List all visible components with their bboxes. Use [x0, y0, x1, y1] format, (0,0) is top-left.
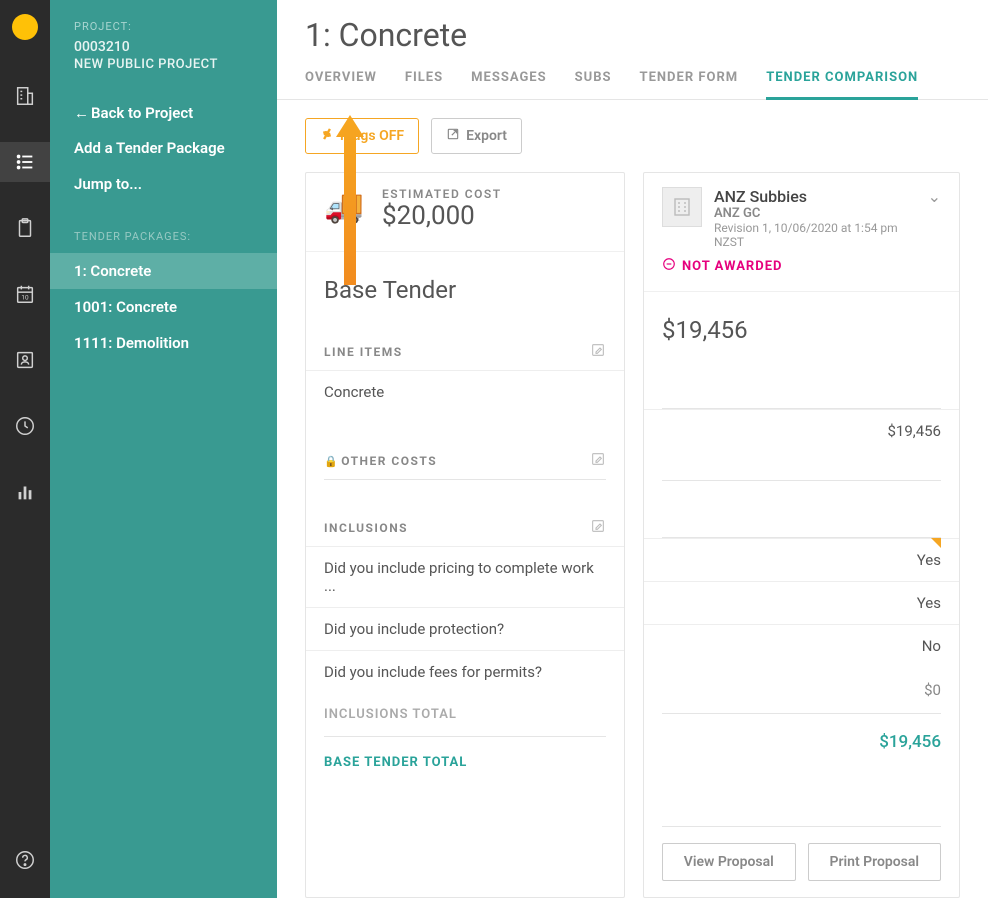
base-tender-total-value: $19,456 — [644, 714, 959, 770]
award-status: NOT AWARDED — [644, 257, 959, 285]
line-items-label: LINE ITEMS — [324, 345, 403, 359]
nav-company-icon[interactable] — [0, 76, 50, 116]
chevron-down-icon[interactable]: ⌄ — [928, 187, 941, 206]
sidebar: PROJECT: 0003210 NEW PUBLIC PROJECT ← Ba… — [50, 0, 277, 898]
nav-list-icon[interactable] — [0, 142, 50, 182]
page-title: 1: Concrete — [305, 16, 960, 54]
sub-name: ANZ Subbies — [714, 187, 916, 206]
estimated-cost-label: ESTIMATED COST — [382, 187, 502, 201]
inclusions-total-value: $0 — [644, 667, 959, 713]
inclusion-question: Did you include pricing to complete work… — [306, 546, 624, 607]
toolbar: Plugs OFF Export — [277, 100, 988, 172]
base-tender-total-label: BASE TENDER TOTAL — [306, 737, 624, 788]
add-tender-package[interactable]: Add a Tender Package — [50, 130, 277, 166]
base-tender-heading: Base Tender — [306, 258, 624, 332]
tab-tender-comparison[interactable]: TENDER COMPARISON — [766, 70, 918, 100]
sub-company: ANZ GC — [714, 206, 916, 221]
sub-card: ANZ Subbies ANZ GC Revision 1, 10/06/202… — [643, 172, 960, 898]
export-icon — [446, 127, 460, 145]
other-costs-label: 🔒OTHER COSTS — [324, 454, 437, 468]
svg-text:10: 10 — [21, 294, 29, 302]
export-label: Export — [466, 128, 507, 144]
back-to-project[interactable]: ← Back to Project — [50, 96, 277, 130]
tab-subs[interactable]: SUBS — [575, 70, 612, 100]
tab-overview[interactable]: OVERVIEW — [305, 70, 377, 100]
inclusions-total-label: INCLUSIONS TOTAL — [306, 693, 624, 736]
print-proposal-button[interactable]: Print Proposal — [808, 843, 942, 881]
estimated-cost-value: $20,000 — [382, 201, 502, 231]
edit-other-costs-icon[interactable] — [590, 451, 606, 471]
arrow-left-icon: ← — [74, 104, 89, 122]
sidebar-item-demolition-1111[interactable]: 1111: Demolition — [50, 325, 277, 361]
nav-contact-icon[interactable] — [0, 340, 50, 380]
plugs-button[interactable]: Plugs OFF — [305, 118, 419, 154]
inclusion-question: Did you include protection? — [306, 607, 624, 650]
edit-inclusions-icon[interactable] — [590, 518, 606, 538]
project-number: 0003210 — [50, 39, 277, 55]
back-label: Back to Project — [91, 104, 193, 122]
sub-revision: Revision 1, 10/06/2020 at 1:54 pm NZST — [714, 221, 916, 249]
tab-tender-form[interactable]: TENDER FORM — [640, 70, 739, 100]
nav-chart-icon[interactable] — [0, 472, 50, 512]
tab-messages[interactable]: MESSAGES — [471, 70, 547, 100]
edit-line-items-icon[interactable] — [590, 342, 606, 362]
tab-files[interactable]: FILES — [405, 70, 443, 100]
building-icon — [662, 187, 702, 227]
sidebar-item-concrete-1001[interactable]: 1001: Concrete — [50, 289, 277, 325]
truck-icon: 🚚 — [324, 187, 368, 225]
jump-to[interactable]: Jump to... — [50, 166, 277, 202]
nav-clipboard-icon[interactable] — [0, 208, 50, 248]
nav-clock-icon[interactable] — [0, 406, 50, 446]
project-name: NEW PUBLIC PROJECT — [50, 55, 277, 96]
export-button[interactable]: Export — [431, 118, 522, 154]
plugs-label: Plugs OFF — [340, 128, 404, 144]
inclusion-answer: Yes — [644, 538, 959, 581]
main: 1: Concrete OVERVIEW FILES MESSAGES SUBS… — [277, 0, 988, 898]
project-label: PROJECT: — [50, 20, 277, 39]
line-item-value: $19,456 — [644, 409, 959, 452]
plug-icon — [320, 127, 334, 145]
circle-minus-icon — [662, 257, 676, 275]
view-proposal-button[interactable]: View Proposal — [662, 843, 796, 881]
icon-rail: 10 — [0, 0, 50, 898]
estimate-card: 🚚 ESTIMATED COST $20,000 Base Tender LIN… — [305, 172, 625, 898]
nav-help-icon[interactable] — [0, 840, 50, 880]
avatar[interactable] — [12, 14, 38, 40]
tender-packages-label: TENDER PACKAGES: — [50, 202, 277, 253]
inclusion-answer: Yes — [644, 581, 959, 624]
corner-marker — [931, 538, 941, 548]
inclusion-answer: No — [644, 624, 959, 667]
inclusions-label: INCLUSIONS — [324, 521, 408, 535]
sub-amount: $19,456 — [644, 298, 959, 372]
inclusion-question: Did you include fees for permits? — [306, 650, 624, 693]
lock-icon: 🔒 — [324, 455, 339, 468]
titlebar: 1: Concrete — [277, 0, 988, 54]
line-item-name: Concrete — [306, 370, 624, 413]
sidebar-item-concrete-1[interactable]: 1: Concrete — [50, 253, 277, 289]
tabs: OVERVIEW FILES MESSAGES SUBS TENDER FORM… — [277, 54, 988, 100]
nav-calendar-icon[interactable]: 10 — [0, 274, 50, 314]
